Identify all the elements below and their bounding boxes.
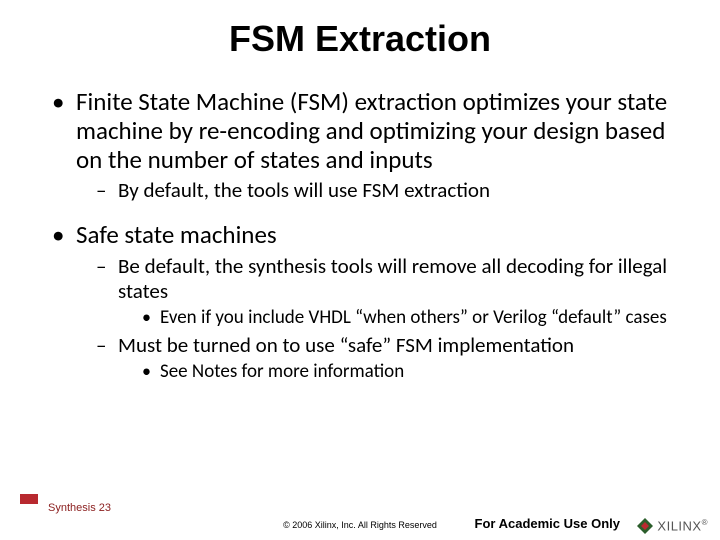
registered-mark: ® — [702, 518, 708, 527]
xilinx-logo-icon — [637, 518, 653, 534]
bullet-text: See Notes for more information — [160, 360, 404, 383]
bullet-safe-state-machines: Safe state machines Be default, the synt… — [48, 221, 684, 383]
slide-footer: Synthesis 23 © 2006 Xilinx, Inc. All Rig… — [0, 502, 720, 540]
sub-bullet-turn-on-safe: Must be turned on to use “safe” FSM impl… — [96, 333, 684, 383]
bullet-text: Be default, the synthesis tools will rem… — [118, 253, 667, 304]
bullet-fsm-extraction: Finite State Machine (FSM) extraction op… — [48, 88, 684, 203]
bullet-text: Finite State Machine (FSM) extraction op… — [76, 86, 667, 175]
footer-academic-use: For Academic Use Only — [475, 516, 620, 531]
slide-title: FSM Extraction — [0, 0, 720, 88]
bullet-text: Must be turned on to use “safe” FSM impl… — [118, 332, 574, 358]
logo-word: XILINX — [657, 519, 701, 534]
footer-section-label: Synthesis 23 — [48, 502, 111, 514]
bullet-text: By default, the tools will use FSM extra… — [118, 177, 490, 203]
bullet-text: Even if you include VHDL “when others” o… — [160, 306, 667, 329]
slide-content: Finite State Machine (FSM) extraction op… — [0, 88, 720, 383]
sub-bullet-default-fsm: By default, the tools will use FSM extra… — [96, 178, 684, 203]
xilinx-logo-text: XILINX® — [657, 518, 708, 533]
subsub-bullet-see-notes: See Notes for more information — [140, 361, 684, 384]
subsub-bullet-vhdl-verilog: Even if you include VHDL “when others” o… — [140, 307, 684, 330]
xilinx-logo: XILINX® — [637, 518, 708, 534]
sub-bullet-remove-decoding: Be default, the synthesis tools will rem… — [96, 254, 684, 329]
bullet-text: Safe state machines — [76, 219, 277, 250]
